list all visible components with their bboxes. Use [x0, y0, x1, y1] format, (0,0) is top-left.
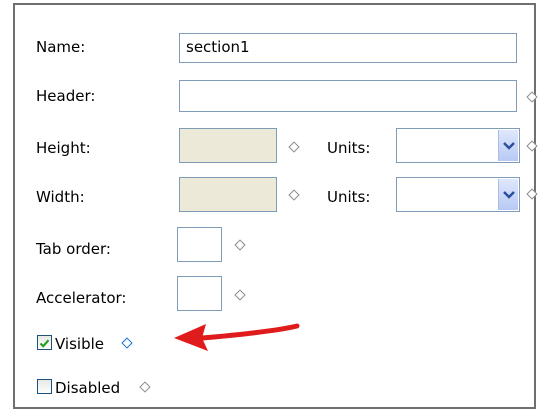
- height-units-diamond-icon[interactable]: [526, 140, 538, 152]
- width-diamond-icon[interactable]: [288, 189, 300, 201]
- height-field[interactable]: [179, 128, 277, 163]
- header-label: Header:: [36, 87, 96, 105]
- red-arrow-left-icon: [174, 323, 300, 351]
- width-units-diamond-icon[interactable]: [526, 188, 538, 200]
- disabled-label[interactable]: Disabled: [55, 378, 120, 398]
- visible-diamond-icon[interactable]: [121, 337, 133, 349]
- accelerator-label: Accelerator:: [36, 289, 127, 307]
- height-diamond-icon[interactable]: [288, 141, 300, 153]
- visible-label[interactable]: Visible: [55, 334, 104, 354]
- width-label: Width:: [36, 188, 85, 206]
- header-field[interactable]: [179, 80, 517, 112]
- accelerator-field[interactable]: [177, 276, 222, 311]
- width-units-label: Units:: [327, 188, 371, 206]
- tab-order-label: Tab order:: [36, 240, 111, 258]
- tab-order-diamond-icon[interactable]: [234, 239, 246, 251]
- width-units-select[interactable]: [396, 177, 520, 212]
- disabled-diamond-icon[interactable]: [139, 381, 151, 393]
- header-diamond-icon[interactable]: [526, 91, 538, 103]
- accelerator-diamond-icon[interactable]: [234, 289, 246, 301]
- name-label: Name:: [36, 38, 86, 56]
- tab-order-field[interactable]: [177, 227, 222, 262]
- width-field[interactable]: [179, 177, 277, 212]
- chevron-down-icon[interactable]: [498, 130, 518, 161]
- height-label: Height:: [36, 139, 91, 157]
- height-units-select[interactable]: [396, 128, 520, 163]
- disabled-checkbox[interactable]: [37, 379, 52, 394]
- visible-checkbox[interactable]: [37, 335, 52, 350]
- height-units-label: Units:: [327, 139, 371, 157]
- checkmark-icon: [39, 339, 50, 348]
- chevron-down-icon[interactable]: [498, 179, 518, 210]
- name-field[interactable]: section1: [179, 33, 517, 63]
